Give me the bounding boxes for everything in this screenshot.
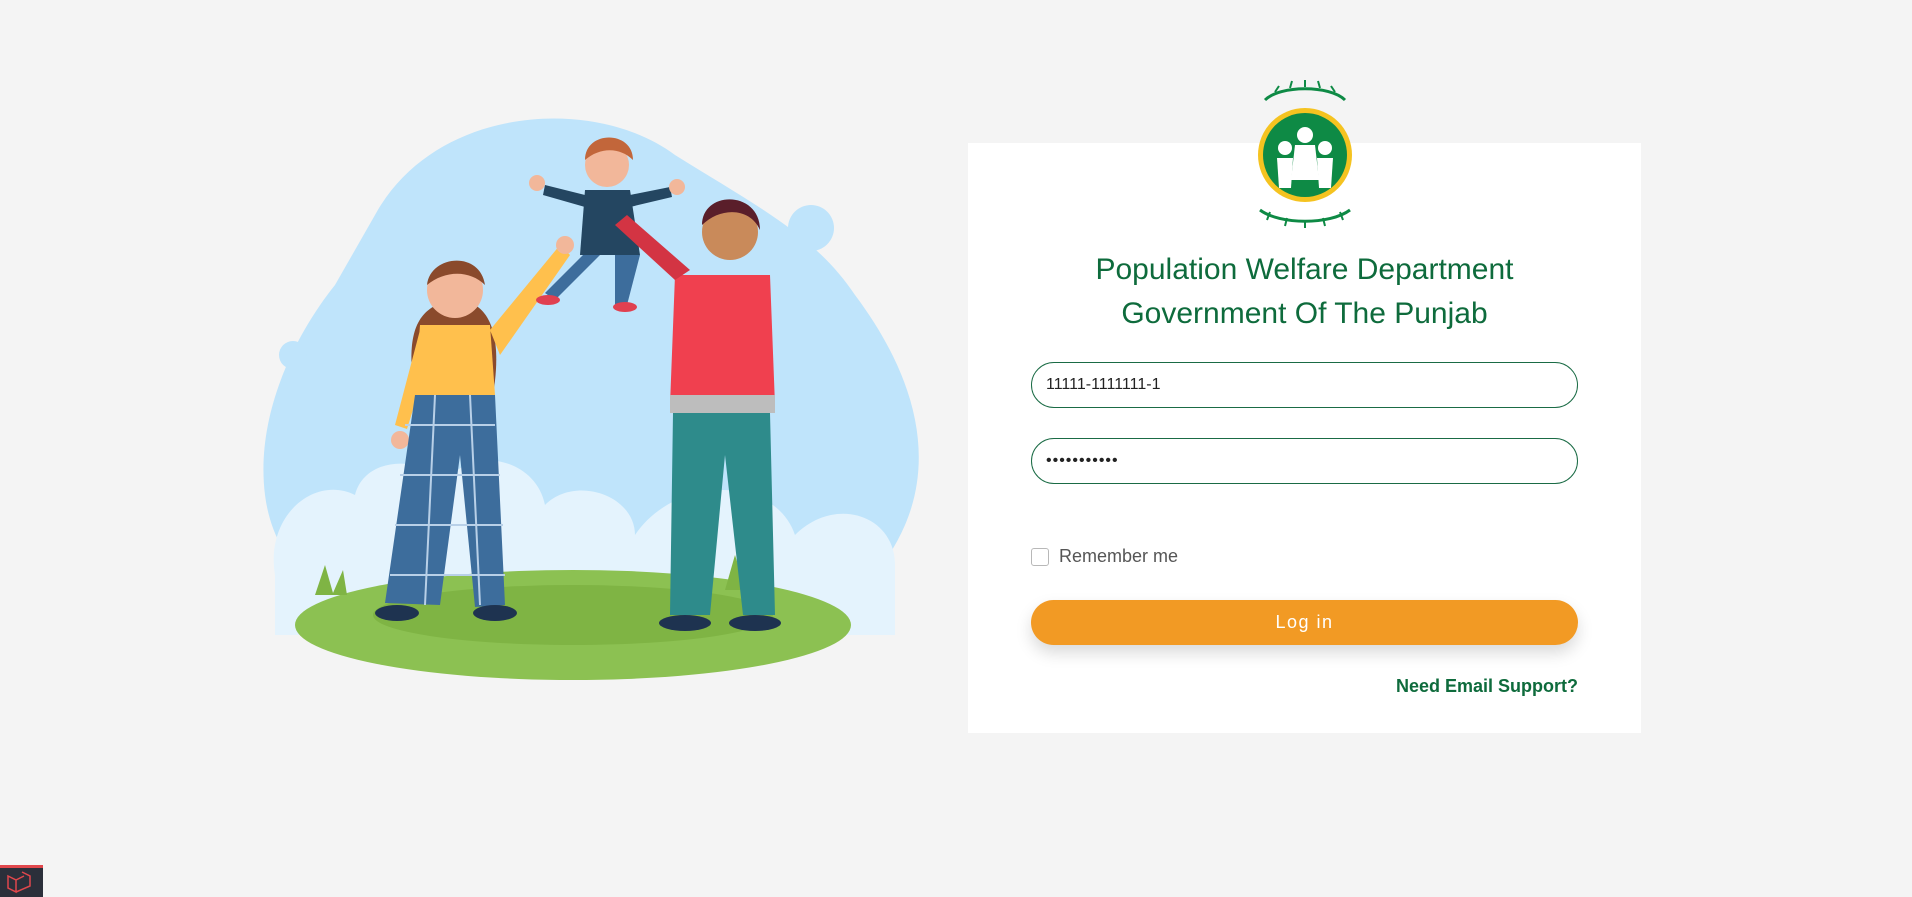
remember-me-label: Remember me bbox=[1059, 546, 1179, 566]
password-input[interactable] bbox=[1031, 438, 1578, 484]
title-line-1: Population Welfare Department bbox=[1095, 253, 1514, 286]
login-page: Population Welfare Department Government… bbox=[0, 0, 1912, 897]
family-illustration bbox=[263, 118, 919, 680]
email-support-link[interactable]: Need Email Support? bbox=[1300, 676, 1578, 697]
family-welfare-logo-icon bbox=[1258, 80, 1352, 228]
login-button[interactable]: Log in bbox=[1031, 600, 1578, 645]
title-line-2: Government Of The Punjab bbox=[1121, 297, 1488, 330]
remember-me-row[interactable]: Remember me bbox=[1031, 546, 1178, 567]
remember-me-checkbox[interactable] bbox=[1031, 547, 1049, 566]
laravel-debugbar-icon[interactable] bbox=[0, 865, 43, 897]
page-title: Population Welfare Department Government… bbox=[968, 248, 1641, 336]
cnic-input[interactable] bbox=[1031, 362, 1578, 408]
